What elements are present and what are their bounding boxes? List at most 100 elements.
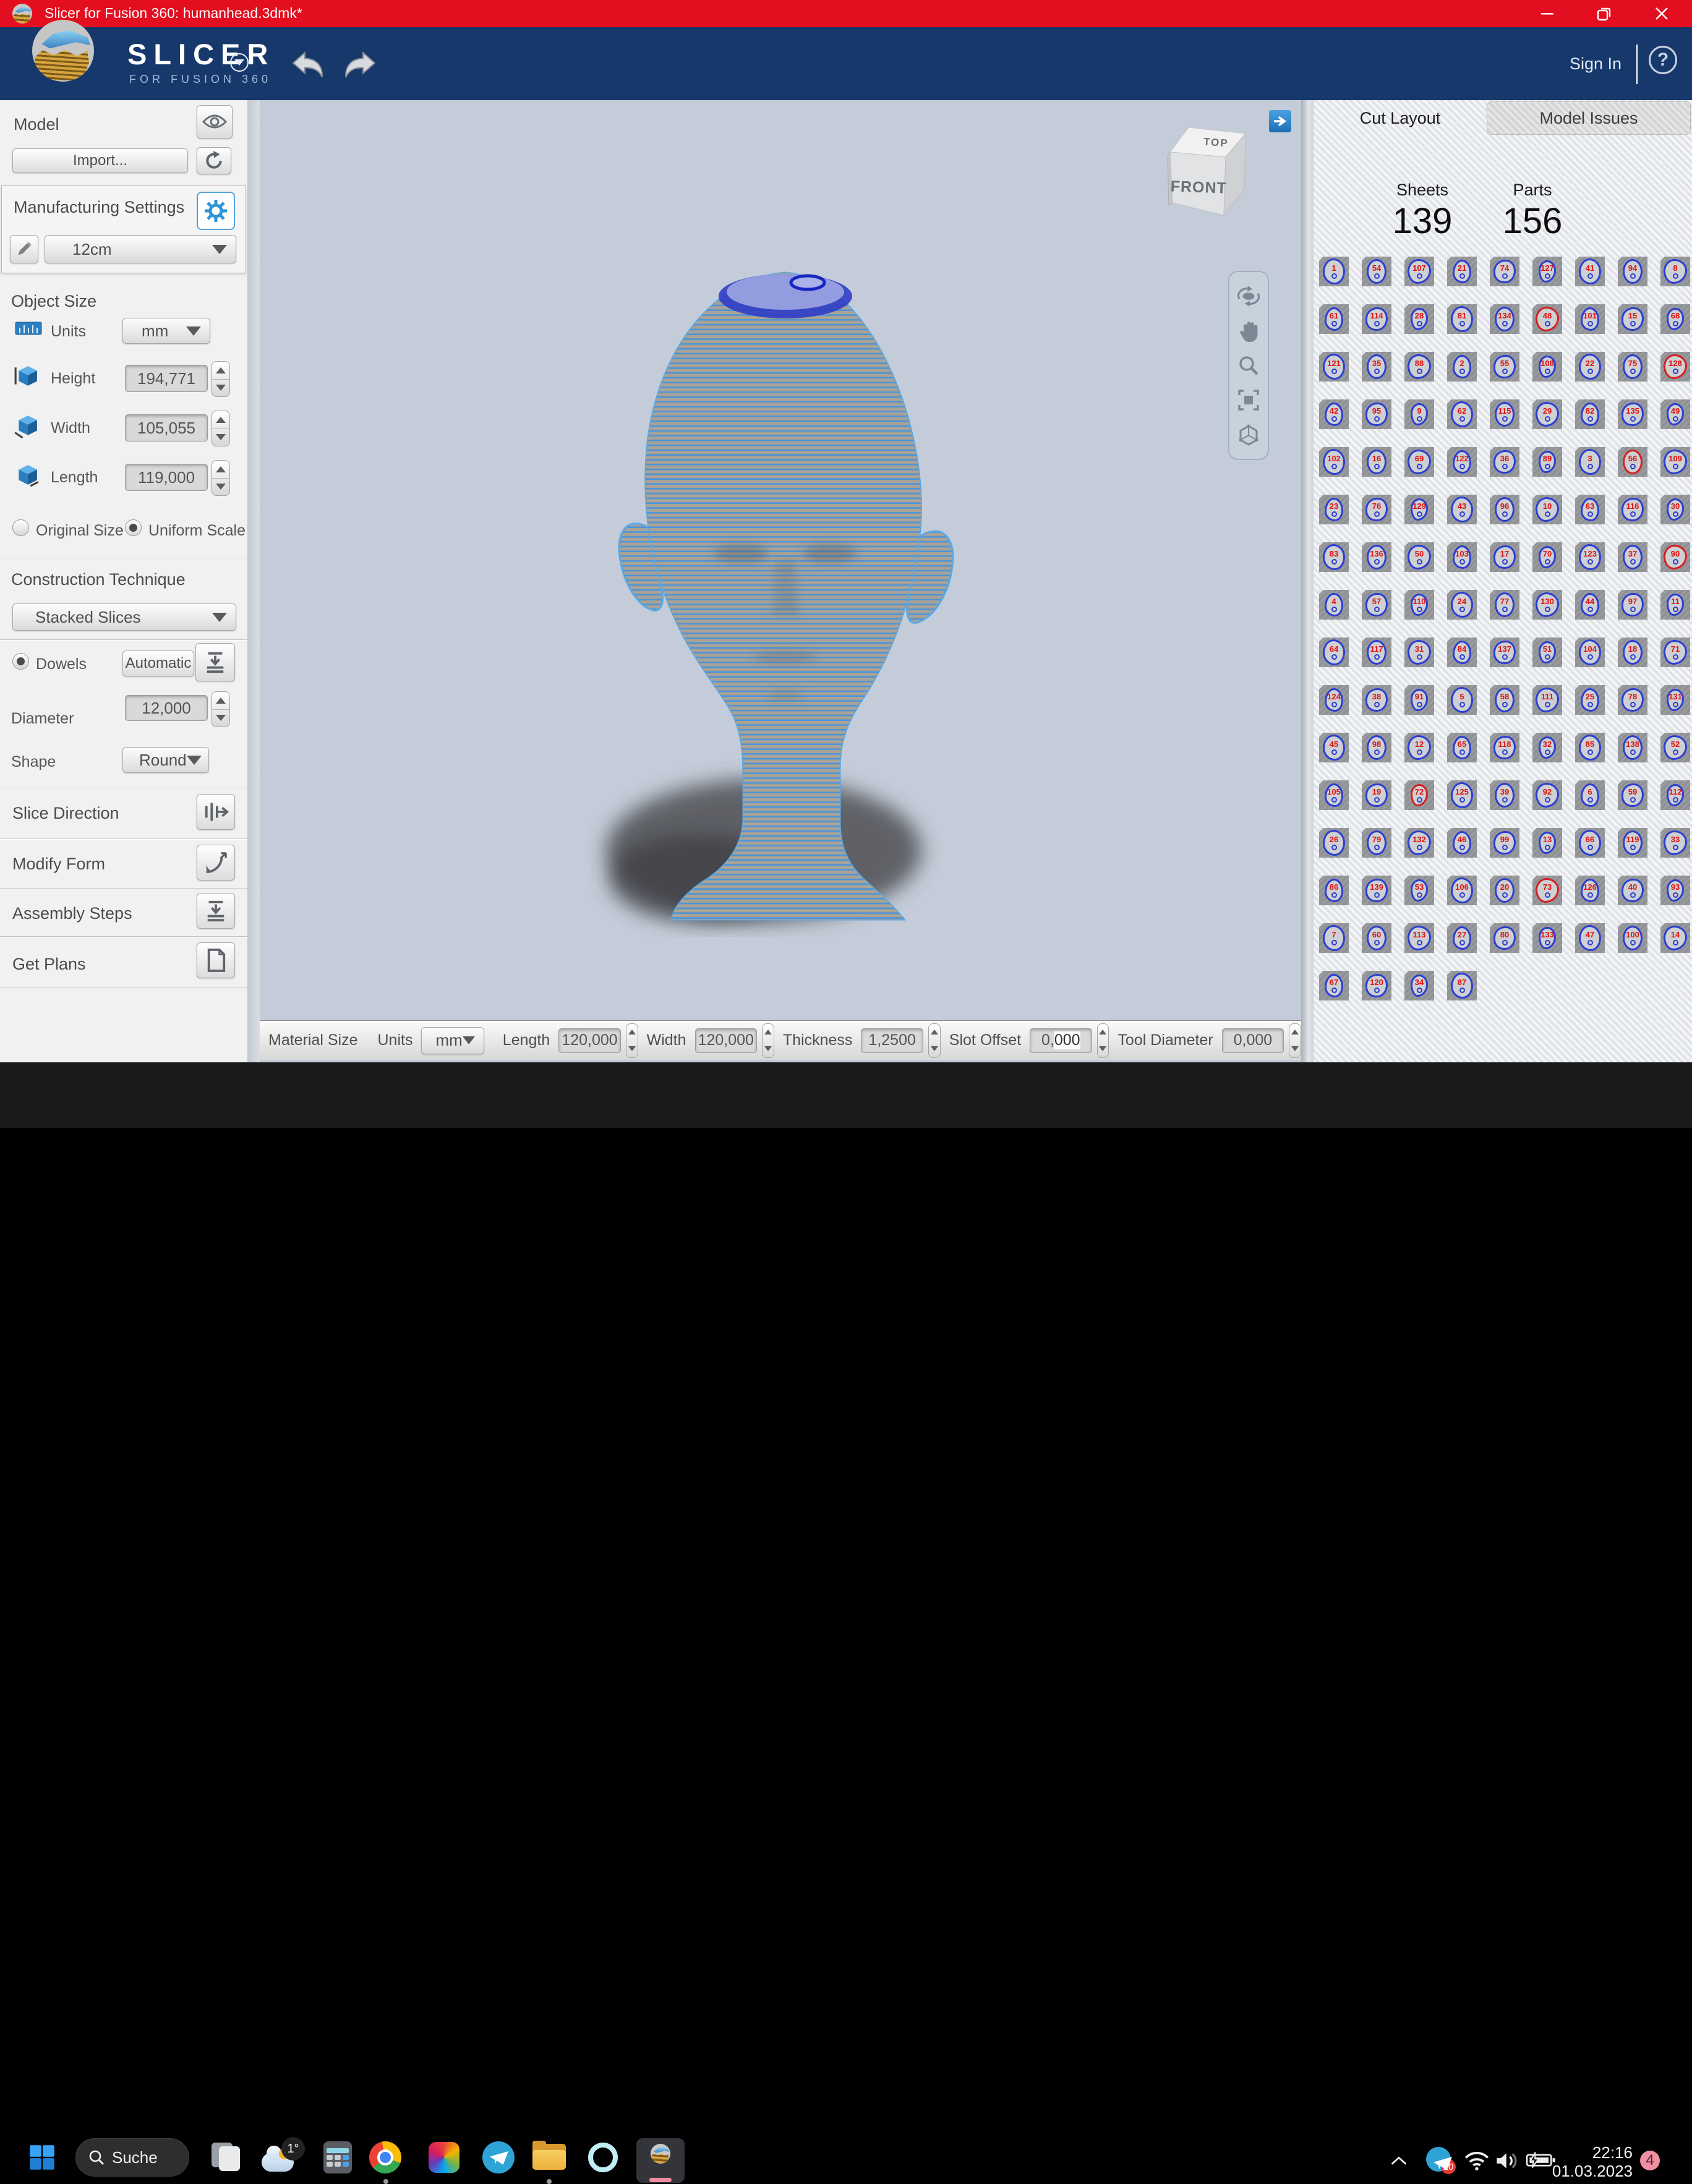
telegram-tray-icon[interactable]: 20 xyxy=(1426,2147,1451,2172)
sheet-tile[interactable]: 131 xyxy=(1660,685,1690,715)
sheet-tile[interactable]: 132 xyxy=(1404,828,1434,858)
sheet-tile[interactable]: 117 xyxy=(1362,638,1391,667)
sheet-tile[interactable]: 79 xyxy=(1362,828,1391,858)
sheet-tile[interactable]: 106 xyxy=(1447,876,1477,905)
sheet-tile[interactable]: 113 xyxy=(1404,923,1434,953)
sheet-tile[interactable]: 80 xyxy=(1490,923,1519,953)
material-thickness-input[interactable]: 1,2500 xyxy=(861,1028,923,1053)
photos-app-button[interactable] xyxy=(428,2141,460,2173)
sheet-tile[interactable]: 47 xyxy=(1575,923,1605,953)
sheet-tile[interactable]: 137 xyxy=(1490,638,1519,667)
sheet-tile[interactable]: 112 xyxy=(1660,780,1690,810)
sheet-tile[interactable]: 123 xyxy=(1575,542,1605,572)
diameter-input[interactable]: 12,000 xyxy=(125,695,208,721)
left-panel-scrollbar[interactable] xyxy=(247,100,260,1062)
uniform-scale-radio[interactable] xyxy=(125,519,142,536)
sheet-tile[interactable]: 19 xyxy=(1362,780,1391,810)
head-model[interactable] xyxy=(581,263,989,937)
tab-cut-layout[interactable]: Cut Layout xyxy=(1314,101,1487,135)
sheet-tile[interactable]: 61 xyxy=(1319,304,1349,334)
sheet-tile[interactable]: 5 xyxy=(1447,685,1477,715)
sheet-tile[interactable]: 66 xyxy=(1575,828,1605,858)
chrome-app-button[interactable] xyxy=(369,2141,401,2173)
start-button[interactable] xyxy=(26,2141,58,2173)
sheet-tile[interactable]: 25 xyxy=(1575,685,1605,715)
fit-view-tool[interactable] xyxy=(1236,388,1261,412)
sheet-tile[interactable]: 134 xyxy=(1490,304,1519,334)
sheet-tile[interactable]: 39 xyxy=(1490,780,1519,810)
sheet-tile[interactable]: 20 xyxy=(1490,876,1519,905)
import-button[interactable]: Import... xyxy=(12,148,188,173)
sheet-tile[interactable]: 76 xyxy=(1362,495,1391,524)
sheet-tile[interactable]: 109 xyxy=(1660,447,1690,477)
sheet-tile[interactable]: 72 xyxy=(1404,780,1434,810)
sheet-tile[interactable]: 60 xyxy=(1362,923,1391,953)
sheet-tile[interactable]: 86 xyxy=(1319,876,1349,905)
slot-offset-input[interactable]: 0,000 xyxy=(1030,1028,1092,1053)
sheet-tile[interactable]: 138 xyxy=(1618,733,1647,762)
material-length-stepper[interactable] xyxy=(626,1023,638,1058)
sheet-tile[interactable]: 95 xyxy=(1362,399,1391,429)
sheet-tile[interactable]: 83 xyxy=(1319,542,1349,572)
sheet-tile[interactable]: 102 xyxy=(1319,447,1349,477)
sheet-tile[interactable]: 70 xyxy=(1532,542,1562,572)
sheet-tile[interactable]: 45 xyxy=(1319,733,1349,762)
sheet-tile[interactable]: 68 xyxy=(1660,304,1690,334)
sheet-tile[interactable]: 111 xyxy=(1532,685,1562,715)
sheet-tile[interactable]: 9 xyxy=(1404,399,1434,429)
edit-preset-button[interactable] xyxy=(10,235,38,263)
logo-menu-button[interactable] xyxy=(230,53,249,72)
sheet-tile[interactable]: 36 xyxy=(1490,447,1519,477)
close-button[interactable] xyxy=(1643,0,1680,27)
sheet-tile[interactable]: 37 xyxy=(1618,542,1647,572)
sheet-tile[interactable]: 90 xyxy=(1660,542,1690,572)
sheet-tile[interactable]: 40 xyxy=(1618,876,1647,905)
search-input[interactable]: Suche xyxy=(75,2138,189,2177)
tray-expand-button[interactable] xyxy=(1390,2156,1408,2165)
explorer-app-button[interactable] xyxy=(532,2141,565,2173)
sheet-tile[interactable]: 22 xyxy=(1575,352,1605,382)
sheet-tile[interactable]: 26 xyxy=(1319,828,1349,858)
sign-in-link[interactable]: Sign In xyxy=(1570,54,1622,74)
sheet-tile[interactable]: 28 xyxy=(1404,304,1434,334)
length-stepper[interactable] xyxy=(212,460,230,496)
model-visibility-button[interactable] xyxy=(197,105,233,139)
sheet-tile[interactable]: 128 xyxy=(1660,352,1690,382)
material-width-stepper[interactable] xyxy=(762,1023,774,1058)
sheet-tile[interactable]: 16 xyxy=(1362,447,1391,477)
sheet-tile[interactable]: 3 xyxy=(1575,447,1605,477)
manufacturing-settings-button[interactable] xyxy=(197,192,235,230)
sheet-tile[interactable]: 21 xyxy=(1447,257,1477,286)
height-input[interactable]: 194,771 xyxy=(125,365,208,392)
sheet-tile[interactable]: 49 xyxy=(1660,399,1690,429)
sheet-tile[interactable]: 85 xyxy=(1575,733,1605,762)
bb-units-dropdown[interactable]: mm xyxy=(421,1027,484,1054)
sheet-tile[interactable]: 14 xyxy=(1660,923,1690,953)
sheet-tile[interactable]: 51 xyxy=(1532,638,1562,667)
preset-dropdown[interactable]: 12cm xyxy=(45,235,236,263)
sheet-tile[interactable]: 89 xyxy=(1532,447,1562,477)
opera-app-button[interactable] xyxy=(587,2141,619,2173)
original-size-radio[interactable] xyxy=(12,519,29,536)
material-thickness-stepper[interactable] xyxy=(928,1023,941,1058)
sheet-tile[interactable]: 116 xyxy=(1618,495,1647,524)
calculator-app-button[interactable] xyxy=(322,2141,354,2173)
sheet-tile[interactable]: 93 xyxy=(1660,876,1690,905)
sheet-tile[interactable]: 31 xyxy=(1404,638,1434,667)
sheet-tile[interactable]: 12 xyxy=(1404,733,1434,762)
sheet-tile[interactable]: 29 xyxy=(1532,399,1562,429)
sheet-tile[interactable]: 57 xyxy=(1362,590,1391,620)
dowels-radio[interactable] xyxy=(12,653,29,670)
redo-button[interactable] xyxy=(343,49,378,79)
sheet-tile[interactable]: 63 xyxy=(1575,495,1605,524)
sheet-tile[interactable]: 4 xyxy=(1319,590,1349,620)
sheet-tile[interactable]: 23 xyxy=(1319,495,1349,524)
sheet-tile[interactable]: 124 xyxy=(1319,685,1349,715)
sheet-tile[interactable]: 84 xyxy=(1447,638,1477,667)
sheet-tile[interactable]: 115 xyxy=(1490,399,1519,429)
dowels-mode-button[interactable]: Automatic xyxy=(122,651,194,676)
minimize-button[interactable] xyxy=(1529,0,1566,27)
sheet-tile[interactable]: 42 xyxy=(1319,399,1349,429)
tool-diameter-stepper[interactable] xyxy=(1289,1023,1301,1058)
tool-diameter-input[interactable]: 0,000 xyxy=(1222,1028,1284,1053)
